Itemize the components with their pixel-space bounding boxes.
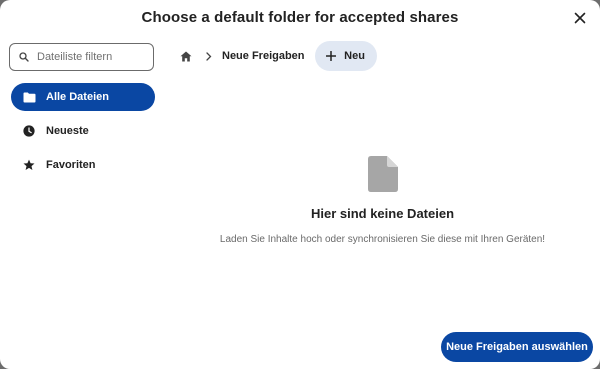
search-icon: [19, 52, 29, 62]
file-picker-dialog: Choose a default folder for accepted sha…: [0, 0, 600, 369]
home-icon[interactable]: [178, 48, 194, 64]
folder-icon: [22, 90, 36, 104]
close-icon: [574, 12, 586, 24]
empty-state: Hier sind keine Dateien Laden Sie Inhalt…: [165, 156, 600, 245]
select-folder-button[interactable]: Neue Freigaben auswählen: [441, 332, 593, 362]
close-button[interactable]: [568, 6, 592, 30]
plus-icon: [326, 51, 337, 61]
dialog-title: Choose a default folder for accepted sha…: [141, 9, 459, 26]
breadcrumb: Neue Freigaben Neu: [178, 41, 377, 71]
sidebar-item-label: Alle Dateien: [46, 91, 109, 103]
chevron-right-icon: [206, 51, 212, 61]
filter-field[interactable]: [9, 43, 154, 71]
star-icon: [22, 158, 36, 172]
new-button-label: Neu: [344, 50, 365, 62]
sidebar-item-all-files[interactable]: Alle Dateien: [11, 83, 155, 111]
breadcrumb-current[interactable]: Neue Freigaben: [222, 50, 305, 62]
sidebar-item-recent[interactable]: Neueste: [11, 117, 155, 145]
filter-input[interactable]: [37, 51, 147, 63]
clock-icon: [22, 124, 36, 138]
empty-state-title: Hier sind keine Dateien: [310, 206, 455, 221]
sidebar-item-label: Favoriten: [46, 159, 96, 171]
file-icon: [165, 156, 600, 192]
empty-state-message: Laden Sie Inhalte hoch oder synchronisie…: [219, 234, 546, 245]
sidebar-item-label: Neueste: [46, 125, 89, 137]
new-button[interactable]: Neu: [314, 41, 377, 71]
sidebar-item-favorites[interactable]: Favoriten: [11, 151, 155, 179]
